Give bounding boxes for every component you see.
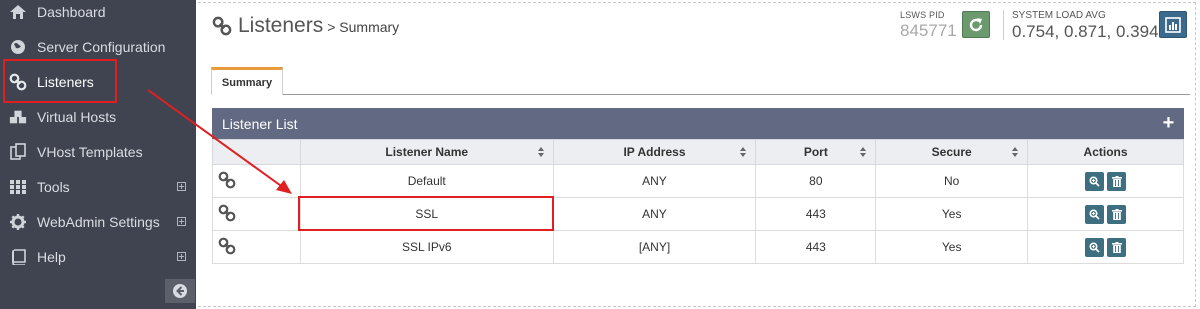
- page-title-text: Listeners: [238, 14, 324, 37]
- sidebar-item-label: VHost Templates: [37, 143, 143, 160]
- table-row[interactable]: SSL IPv6 [ANY] 443 Yes: [212, 230, 1184, 264]
- expand-icon[interactable]: [177, 217, 186, 226]
- row-icon-cell: [212, 230, 301, 264]
- trash-icon: [1111, 208, 1122, 220]
- expand-icon[interactable]: [177, 182, 186, 191]
- arrow-left-circle-icon: [173, 284, 187, 298]
- add-listener-button[interactable]: +: [1153, 108, 1184, 139]
- book-icon: [9, 248, 27, 266]
- gear-icon: [9, 213, 27, 231]
- listener-name-cell[interactable]: SSL IPv6: [299, 230, 554, 264]
- row-icon-cell: [212, 164, 301, 198]
- column-header-listener-name[interactable]: Listener Name: [299, 139, 554, 165]
- column-header-secure[interactable]: Secure: [875, 139, 1029, 165]
- secure-cell: Yes: [875, 230, 1029, 264]
- main-content: Listeners > Summary LSWS PID 845771 SYST…: [196, 0, 1200, 309]
- pid-caption: LSWS PID: [900, 10, 945, 20]
- cubes-icon: [9, 108, 27, 126]
- load-value: 0.754, 0.871, 0.394: [1012, 22, 1159, 41]
- highlight-box: [3, 59, 117, 103]
- highlight-box: [298, 196, 554, 231]
- column-header-ip-address[interactable]: IP Address: [552, 139, 757, 165]
- row-icon-cell: [212, 197, 301, 231]
- home-icon: [9, 3, 27, 21]
- sort-icon[interactable]: [740, 147, 747, 158]
- panel-title: Listener List: [222, 115, 298, 132]
- trash-icon: [1111, 241, 1122, 253]
- restart-button[interactable]: [962, 11, 990, 38]
- table-header-row: Listener Name IP Address Port Secure Act…: [212, 139, 1184, 165]
- link-icon: [212, 16, 232, 36]
- actions-cell: [1027, 230, 1184, 264]
- collapse-sidebar-button[interactable]: [165, 279, 195, 303]
- port-cell: 80: [755, 164, 877, 198]
- column-header-icon: [212, 139, 301, 165]
- column-label: Secure: [931, 145, 972, 159]
- port-cell: 443: [755, 230, 877, 264]
- copy-icon: [9, 143, 27, 161]
- page-title: Listeners > Summary: [212, 14, 399, 38]
- breadcrumb: > Summary: [327, 19, 400, 35]
- bar-chart-icon: [1165, 16, 1181, 33]
- table-row[interactable]: Default ANY 80 No: [212, 164, 1184, 198]
- actions-cell: [1027, 197, 1184, 231]
- link-icon: [219, 204, 236, 221]
- sort-icon[interactable]: [1012, 147, 1019, 158]
- view-button[interactable]: [1085, 237, 1105, 257]
- listener-list-header: Listener List +: [212, 108, 1184, 139]
- delete-button[interactable]: [1107, 204, 1127, 224]
- secure-cell: Yes: [875, 197, 1029, 231]
- tab-divider: [283, 94, 1190, 95]
- sidebar-item-label: Dashboard: [37, 3, 106, 20]
- column-label: Port: [803, 145, 828, 159]
- refresh-icon: [969, 17, 983, 31]
- delete-button[interactable]: [1107, 171, 1127, 191]
- sidebar-item-label: WebAdmin Settings: [37, 213, 160, 230]
- column-label: Listener Name: [385, 145, 469, 159]
- sidebar-item-virtual-hosts[interactable]: Virtual Hosts: [0, 99, 196, 134]
- column-header-port[interactable]: Port: [755, 139, 877, 165]
- expand-icon[interactable]: [177, 252, 186, 261]
- column-label: IP Address: [623, 145, 686, 159]
- ip-address-cell: ANY: [552, 197, 757, 231]
- pid-block: LSWS PID 845771: [900, 10, 957, 41]
- sort-icon[interactable]: [860, 147, 867, 158]
- sidebar-item-webadmin-settings[interactable]: WebAdmin Settings: [0, 204, 196, 239]
- sidebar-item-tools[interactable]: Tools: [0, 169, 196, 204]
- globe-icon: [9, 38, 27, 56]
- sidebar-item-label: Server Configuration: [37, 38, 166, 55]
- sidebar-item-label: Tools: [37, 178, 70, 195]
- load-caption: SYSTEM LOAD AVG: [1012, 10, 1106, 21]
- grid-icon: [9, 178, 27, 196]
- link-icon: [219, 237, 236, 254]
- delete-button[interactable]: [1107, 237, 1127, 257]
- sidebar-item-label: Help: [37, 248, 66, 265]
- column-header-actions: Actions: [1027, 139, 1184, 165]
- ip-address-cell: ANY: [552, 164, 757, 198]
- port-cell: 443: [755, 197, 877, 231]
- sidebar: Dashboard Server Configuration Listeners…: [0, 0, 196, 309]
- real-time-stats-button[interactable]: [1159, 11, 1187, 38]
- actions-cell: [1027, 164, 1184, 198]
- sidebar-item-vhost-templates[interactable]: VHost Templates: [0, 134, 196, 169]
- ip-address-cell: [ANY]: [552, 230, 757, 264]
- sidebar-item-label: Virtual Hosts: [37, 108, 117, 125]
- tab-summary[interactable]: Summary: [211, 67, 283, 95]
- pid-value: 845771: [900, 21, 957, 40]
- zoom-icon: [1089, 208, 1100, 220]
- header-divider: [1003, 10, 1004, 40]
- sort-icon[interactable]: [537, 147, 545, 158]
- link-icon: [219, 171, 236, 188]
- zoom-icon: [1089, 175, 1100, 187]
- sidebar-item-help[interactable]: Help: [0, 239, 196, 274]
- listener-name-cell[interactable]: Default: [299, 164, 554, 198]
- view-button[interactable]: [1085, 204, 1105, 224]
- view-button[interactable]: [1085, 171, 1105, 191]
- secure-cell: No: [875, 164, 1029, 198]
- trash-icon: [1111, 175, 1122, 187]
- zoom-icon: [1089, 241, 1100, 253]
- load-block: SYSTEM LOAD AVG 0.754, 0.871, 0.394: [1012, 10, 1159, 42]
- sidebar-item-dashboard[interactable]: Dashboard: [0, 0, 196, 29]
